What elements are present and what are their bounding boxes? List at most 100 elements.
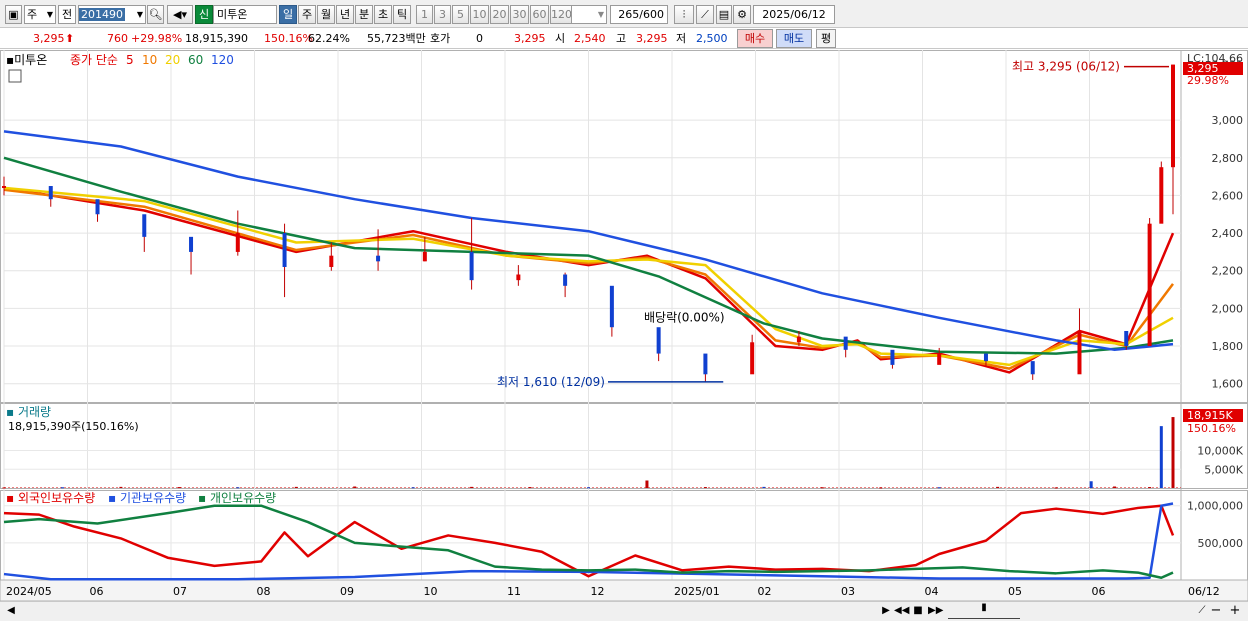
chevron-down-icon: ▼ bbox=[136, 10, 143, 19]
sell-button[interactable]: 매도 bbox=[776, 29, 812, 48]
interval-tab-5[interactable]: 5 bbox=[452, 5, 469, 24]
period-tab-1[interactable]: 주 bbox=[298, 5, 316, 24]
code-input[interactable]: 201490 ▼ bbox=[78, 5, 146, 24]
x-tick-label: 03 bbox=[841, 585, 855, 598]
candle-body bbox=[983, 353, 988, 362]
volume-bar bbox=[1054, 487, 1058, 489]
candle-body bbox=[656, 327, 661, 354]
window-menu-icon[interactable]: ▣ bbox=[5, 5, 22, 24]
period-type-select[interactable]: 주 ▼ bbox=[24, 5, 56, 24]
period-tab-5[interactable]: 초 bbox=[374, 5, 392, 24]
interval-tab-120[interactable]: 120 bbox=[550, 5, 572, 24]
x-tick-label: 06 bbox=[1092, 585, 1106, 598]
candle-body bbox=[750, 342, 755, 375]
ma-period-label: 20 bbox=[165, 53, 180, 67]
price-tick-label: 1,600 bbox=[1212, 378, 1244, 391]
interval-tab-60[interactable]: 60 bbox=[530, 5, 549, 24]
market-select[interactable]: 전 bbox=[58, 5, 76, 24]
x-tick-label: 05 bbox=[1008, 585, 1022, 598]
volume-bar bbox=[353, 486, 357, 488]
drawing-tool-icon[interactable]: ⟋ bbox=[696, 5, 714, 24]
interval-tab-10[interactable]: 10 bbox=[470, 5, 489, 24]
count-field[interactable]: 265/600 bbox=[610, 5, 668, 24]
x-axis-band bbox=[0, 579, 1248, 602]
slider-thumb-icon[interactable]: ▮ bbox=[981, 602, 987, 613]
open-label: 시 bbox=[555, 32, 566, 45]
candle-body bbox=[703, 353, 708, 375]
chevron-down-icon: ▼ bbox=[597, 10, 604, 19]
holdings-legend-label: ▪ 기관보유수량 bbox=[108, 491, 186, 505]
chevron-down-icon: ▼ bbox=[46, 10, 53, 19]
low-price: 2,500 bbox=[696, 32, 728, 45]
price-tick-label: 1,800 bbox=[1212, 340, 1244, 353]
interval-tab-20[interactable]: 20 bbox=[490, 5, 509, 24]
fast-forward-icon[interactable]: ▶▶ bbox=[928, 604, 943, 619]
candle-body bbox=[376, 255, 381, 262]
scroll-left-icon[interactable]: ◀ bbox=[4, 604, 18, 619]
volume-bar bbox=[879, 487, 883, 489]
candle-body bbox=[1077, 330, 1082, 375]
period-type-value: 주 bbox=[27, 8, 38, 21]
ma-label: 종가 단순 bbox=[70, 53, 118, 67]
scroll-right-icon[interactable]: ▶ bbox=[880, 604, 892, 619]
panel-frame-2 bbox=[0, 490, 1248, 581]
candle-body bbox=[1147, 223, 1152, 347]
code-value: 201490 bbox=[79, 8, 125, 21]
candle-body bbox=[796, 336, 801, 343]
period-tab-3[interactable]: 년 bbox=[336, 5, 354, 24]
date-field[interactable]: 2025/06/12 bbox=[753, 5, 835, 24]
candle-body bbox=[609, 285, 614, 328]
candle-body bbox=[422, 251, 427, 262]
volume-value-text: 18,915,390주(150.16%) bbox=[8, 420, 139, 433]
interval-tab-1[interactable]: 1 bbox=[416, 5, 433, 24]
volume-bar bbox=[411, 487, 415, 489]
x-tick-label: 12 bbox=[591, 585, 605, 598]
zoom-in-icon[interactable]: + bbox=[1228, 604, 1242, 619]
date-value: 2025/06/12 bbox=[762, 8, 826, 21]
candle-body bbox=[937, 353, 942, 365]
current-price: 3,295 bbox=[33, 32, 65, 45]
interval-tab-3[interactable]: 3 bbox=[434, 5, 451, 24]
interval-custom-select[interactable]: ▼ bbox=[571, 5, 607, 24]
search-icon[interactable]: 🔍︎ bbox=[147, 5, 164, 24]
new-badge-text: 신 bbox=[198, 8, 210, 21]
buy-button[interactable]: 매수 bbox=[737, 29, 773, 48]
candle-body bbox=[843, 336, 848, 350]
save-icon[interactable]: ▤ bbox=[716, 5, 732, 24]
trade-amount: 55,723백만 bbox=[367, 32, 426, 45]
interval-tab-30[interactable]: 30 bbox=[510, 5, 529, 24]
period-tab-0[interactable]: 일 bbox=[279, 5, 297, 24]
ma-period-label: 5 bbox=[126, 53, 134, 67]
volume-tick-label: 5,000K bbox=[1204, 463, 1243, 476]
candle-body bbox=[1159, 167, 1164, 224]
speaker-icon[interactable]: ◀▾ bbox=[167, 5, 193, 24]
stock-name-field[interactable]: 미투온 bbox=[213, 5, 277, 24]
volume-tag: 18,915K bbox=[1187, 409, 1233, 422]
chart-area[interactable]: 2024/05 06 07 08 09 10 11 12 2025/01 02 03 04 05 06 06… bbox=[0, 50, 1248, 602]
volume-pct-tag: 150.16% bbox=[1187, 422, 1236, 435]
x-tick-label: 08 bbox=[257, 585, 271, 598]
candle-body bbox=[189, 236, 194, 252]
hoga-label: 호가 bbox=[430, 32, 451, 45]
up-arrow-icon: ⬆ bbox=[65, 32, 75, 45]
candle-type-icon[interactable]: ⫶ bbox=[674, 5, 694, 24]
x-tick-label: 06/12 bbox=[1188, 585, 1220, 598]
period-tab-2[interactable]: 월 bbox=[317, 5, 335, 24]
period-tab-6[interactable]: 틱 bbox=[393, 5, 411, 24]
candle-body bbox=[890, 349, 895, 365]
panel-frame-0 bbox=[0, 50, 1248, 403]
period-tab-4[interactable]: 분 bbox=[355, 5, 373, 24]
chart-svg[interactable]: 2024/05 06 07 08 09 10 11 12 2025/01 02 03 04 05 06 06… bbox=[0, 50, 1248, 602]
stop-icon[interactable]: ■ bbox=[912, 604, 924, 619]
bookmark-icon[interactable]: ⟋ bbox=[1196, 604, 1208, 619]
volume-bar bbox=[177, 487, 181, 489]
price-stock-label: ▪미투온 bbox=[6, 53, 47, 67]
low-label: 저 bbox=[676, 32, 687, 45]
gear-icon[interactable]: ⚙ bbox=[733, 5, 751, 24]
zoom-slider[interactable]: ▮ bbox=[948, 602, 1020, 619]
x-tick-label: 11 bbox=[507, 585, 521, 598]
high-label: 고 bbox=[616, 32, 627, 45]
rewind-icon[interactable]: ◀◀ bbox=[894, 604, 909, 619]
zoom-out-icon[interactable]: − bbox=[1210, 604, 1222, 619]
avg-button[interactable]: 평 bbox=[816, 29, 836, 48]
